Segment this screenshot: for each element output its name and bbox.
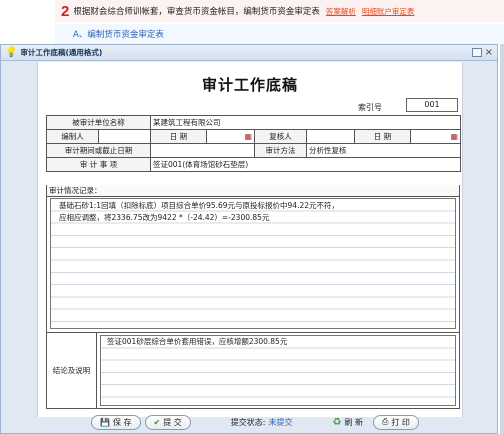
- page-scrollbar[interactable]: [500, 44, 504, 434]
- audit-period-field[interactable]: [150, 143, 255, 158]
- record-line: 应相应调整，将2336.75改为9422 *（-24.42）=-2300.85元: [59, 213, 270, 223]
- print-button[interactable]: ⎙ 打 印: [372, 414, 419, 430]
- conclusion-line: 签证001砂层综合单价套用错误，应核增额2300.85元: [107, 337, 288, 346]
- calendar-icon[interactable]: ▦: [450, 132, 458, 141]
- action-toolbar: 💾 保 存 ✔ 提 交 提交状态: 未提交 ♻ 刷 新 ⎙ 打 印: [37, 412, 463, 432]
- audited-unit-field[interactable]: 某建筑工程有限公司: [149, 115, 462, 130]
- dialog-titlebar[interactable]: 💡 审计工作底稿(通用格式) ×: [1, 45, 497, 61]
- detail-account-link[interactable]: 明细账户审定表: [362, 6, 415, 17]
- preparer-label: 编制人: [46, 129, 99, 144]
- audited-unit-label: 被审计单位名称: [46, 115, 151, 130]
- audit-period-label: 审计期间或截止日期: [46, 143, 151, 158]
- working-paper-dialog: 💡 审计工作底稿(通用格式) × 审计工作底稿 索引号 001 被审计单位名称 …: [0, 44, 498, 434]
- review-date-field[interactable]: ▦: [409, 129, 462, 144]
- preparer-field[interactable]: [98, 129, 151, 144]
- submit-status-value: 未提交: [268, 417, 293, 427]
- close-button[interactable]: ×: [485, 48, 493, 58]
- audit-matter-field[interactable]: 签证001(体育场馆砂石垫层): [149, 157, 462, 172]
- document-heading: 审计工作底稿: [201, 76, 298, 94]
- refresh-button[interactable]: ♻ 刷 新: [332, 417, 363, 428]
- save-button[interactable]: 💾 保 存: [91, 414, 141, 430]
- question-text: 根据财会综合师训帐套，审查货币资金帐目，编制货币资金审定表: [73, 7, 320, 17]
- calendar-icon[interactable]: ▦: [244, 132, 252, 141]
- answer-analysis-link[interactable]: 答案解析: [326, 6, 356, 17]
- paper-sheet: 审计工作底稿 索引号 001 被审计单位名称 某建筑工程有限公司 编制人 日 期…: [37, 62, 463, 417]
- conclusion-label: 结论及说明: [47, 333, 97, 408]
- record-line: 基础石砂1:1回填（扣除标底）项目综合单价95.69元与原投标报价中94.22元…: [59, 201, 340, 210]
- submit-button[interactable]: ✔ 提 交: [144, 414, 191, 430]
- question-number: 2: [61, 2, 70, 20]
- audit-method-field[interactable]: 分析性复核: [305, 143, 462, 158]
- reviewer-field[interactable]: [306, 129, 355, 144]
- audit-matter-label: 审 计 事 项: [46, 157, 151, 172]
- date-field[interactable]: ▦: [206, 129, 255, 144]
- question-header: 2 根据财会综合师训帐套，审查货币资金帐目，编制货币资金审定表 答案解析 明细账…: [55, 0, 504, 22]
- header-form-table: 被审计单位名称 某建筑工程有限公司 编制人 日 期 ▦ 复核人 日 期 ▦ 审计…: [46, 115, 462, 172]
- reviewer-label: 复核人: [254, 129, 307, 144]
- sub-task-title: A、编制货币资金审定表: [55, 24, 504, 44]
- dialog-title: 审计工作底稿(通用格式): [20, 48, 103, 57]
- audit-record-textarea[interactable]: 基础石砂1:1回填（扣除标底）项目综合单价95.69元与原投标报价中94.22元…: [50, 198, 456, 329]
- conclusion-section: 结论及说明 签证001砂层综合单价套用错误，应核增额2300.85元: [46, 333, 460, 409]
- printer-icon: ⎙: [381, 417, 389, 426]
- audit-record-section: 审计情况记录： 基础石砂1:1回填（扣除标底）项目综合单价95.69元与原投标报…: [46, 185, 460, 333]
- index-number-field[interactable]: 001: [406, 98, 458, 112]
- checkmark-icon: ✔: [153, 417, 161, 427]
- conclusion-textarea[interactable]: 签证001砂层综合单价套用错误，应核增额2300.85元: [100, 335, 456, 406]
- floppy-disk-icon: 💾: [100, 417, 110, 427]
- audit-record-label: 审计情况记录：: [47, 185, 459, 197]
- lightbulb-icon: 💡: [5, 47, 18, 58]
- review-date-label: 日 期: [354, 129, 411, 144]
- index-label: 索引号: [358, 103, 382, 112]
- submit-status-label: 提交状态:: [230, 417, 266, 427]
- audit-method-label: 审计方法: [254, 143, 307, 158]
- date-label: 日 期: [150, 129, 207, 144]
- maximize-button[interactable]: [471, 48, 482, 57]
- refresh-icon: ♻: [332, 416, 342, 428]
